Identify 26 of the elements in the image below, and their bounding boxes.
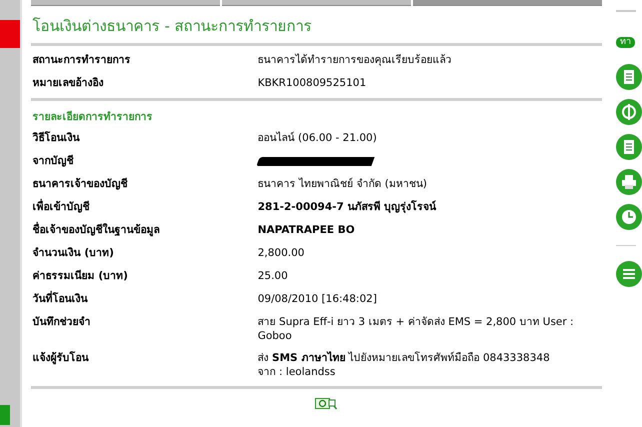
- page-title: โอนเงินต่างธนาคาร - สถานะการทำรายการ: [32, 16, 313, 37]
- field-value: ธนาคารได้ทำรายการของคุณเรียบร้อยแล้ว: [258, 53, 453, 68]
- section-heading: รายละเอียดการทำรายการ: [32, 110, 154, 125]
- field-label: แจ้งผู้รับโอน: [32, 351, 90, 366]
- field-label: วิธีโอนเงิน: [32, 131, 81, 146]
- field-value: KBKR100809525101: [258, 76, 368, 91]
- field-value: 09/08/2010 [16:48:02]: [258, 292, 378, 307]
- field-value: สาย Supra Eff-i ยาว 3 เมตร + ค่าจัดส่ง EMS = 2,800 บาท User : Goboo: [258, 315, 575, 343]
- field-value: ธนาคาร ไทยพาณิชย์ จำกัด (มหาชน): [258, 177, 428, 192]
- field-value: ส่ง SMS ภาษาไทย ไปยังหมายเลขโทรศัพท์มือถือ 0843338348 จาก : leolandss: [258, 351, 551, 379]
- field-value: 2,800.00: [258, 246, 306, 261]
- field-label: เพื่อเข้าบัญชี: [32, 200, 258, 215]
- field-label: ธนาคารเจ้าของบัญชี: [32, 177, 129, 192]
- field-value: 281-2-00094-7 นภัสรพี บุญรุ่งโรจน์: [258, 200, 438, 215]
- field-label: หมายเลขอ้างอิง: [32, 76, 105, 91]
- field-label: วันที่โอนเงิน: [32, 292, 258, 307]
- field-label: ค่าธรรมเนียม (บาท): [32, 269, 129, 284]
- field-value: NAPATRAPEE BO: [258, 223, 356, 238]
- field-value: 25.00: [258, 269, 289, 284]
- menu-badge[interactable]: ทา: [616, 37, 635, 48]
- field-value: ออนไลน์ (06.00 - 21.00): [258, 131, 378, 146]
- field-label: สถานะการทำรายการ: [32, 53, 132, 68]
- field-label: ชื่อเจ้าของบัญชีในฐานข้อมูล: [32, 223, 258, 238]
- field-label: จำนวนเงิน (บาท): [32, 246, 115, 261]
- field-label: จากบัญชี: [32, 154, 75, 169]
- field-label: บันทึกช่วยจำ: [32, 315, 92, 330]
